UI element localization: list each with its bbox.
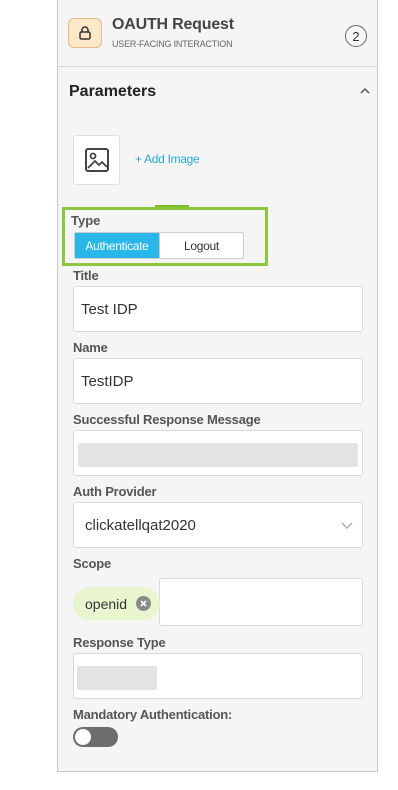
scope-label: Scope [73, 556, 112, 571]
auth-provider-select[interactable]: clickatellqat2020 [73, 502, 363, 548]
chevron-up-icon[interactable] [358, 84, 372, 98]
name-label: Name [73, 340, 108, 355]
success-message-label: Successful Response Message [73, 412, 261, 427]
redacted-value [78, 443, 358, 467]
auth-provider-label: Auth Provider [73, 484, 157, 499]
oauth-request-panel: OAUTH Request USER-FACING INTERACTION 2 … [57, 0, 378, 772]
chevron-down-icon [341, 522, 353, 529]
header-subtitle: USER-FACING INTERACTION [112, 39, 233, 49]
mandatory-auth-label: Mandatory Authentication: [73, 707, 233, 722]
count-badge: 2 [345, 25, 367, 47]
name-field[interactable]: TestIDP [73, 358, 363, 404]
type-authenticate-button[interactable]: Authenticate [75, 233, 159, 258]
toggle-knob [75, 729, 91, 745]
name-value: TestIDP [81, 373, 134, 390]
scope-chip-label: openid [85, 595, 128, 612]
response-type-label: Response Type [73, 635, 166, 650]
type-label: Type [71, 213, 101, 228]
title-field[interactable]: Test IDP [73, 286, 363, 332]
title-label: Title [73, 268, 99, 283]
scope-chip: openid [73, 587, 160, 620]
section-title: Parameters [69, 83, 157, 100]
header-title: OAUTH Request [112, 16, 234, 33]
title-value: Test IDP [81, 301, 138, 318]
response-type-field[interactable] [73, 653, 363, 699]
image-placeholder[interactable] [73, 135, 120, 185]
type-segmented-control: Authenticate Logout [74, 232, 244, 259]
image-icon [84, 148, 109, 172]
remove-chip-icon[interactable] [136, 596, 151, 611]
auth-provider-value: clickatellqat2020 [85, 517, 196, 534]
redacted-value [77, 666, 157, 690]
type-logout-button[interactable]: Logout [159, 233, 243, 258]
scope-input[interactable] [159, 578, 363, 626]
lock-icon [68, 18, 102, 48]
add-image-link[interactable]: + Add Image [135, 152, 200, 166]
success-message-field[interactable] [73, 430, 363, 476]
mandatory-auth-toggle[interactable] [73, 727, 118, 747]
panel-header: OAUTH Request USER-FACING INTERACTION 2 [58, 0, 377, 67]
